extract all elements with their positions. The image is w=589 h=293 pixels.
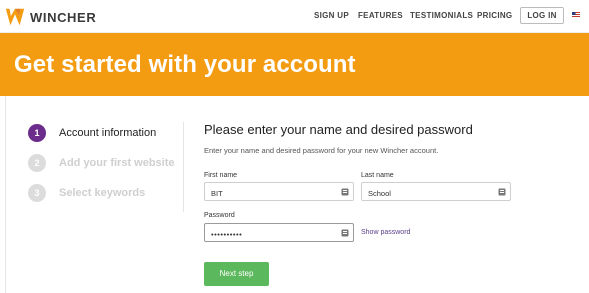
- first-name-input[interactable]: [205, 185, 353, 202]
- page-banner: Get started with your account: [0, 33, 589, 96]
- autofill-icon[interactable]: [341, 229, 349, 237]
- page-title: Get started with your account: [14, 51, 356, 78]
- nav-pricing[interactable]: PRICING: [477, 11, 512, 20]
- nav-testimonials[interactable]: TESTIMONIALS: [410, 11, 473, 20]
- form-title: Please enter your name and desired passw…: [204, 122, 473, 137]
- step-label: Account information: [59, 127, 157, 139]
- step-label: Select keywords: [59, 187, 146, 199]
- brand-logo[interactable]: WINCHER: [4, 5, 96, 29]
- step-add-website: 2 Add your first website: [28, 154, 175, 172]
- top-navigation: WINCHER SIGN UP FEATURES TESTIMONIALS PR…: [0, 0, 589, 33]
- first-name-label: First name: [204, 172, 238, 179]
- first-name-field[interactable]: [204, 182, 354, 202]
- step-account-information: 1 Account information: [28, 124, 156, 142]
- step-select-keywords: 3 Select keywords: [28, 184, 145, 202]
- autofill-icon[interactable]: [341, 188, 349, 196]
- password-label: Password: [204, 212, 235, 219]
- nav-features[interactable]: FEATURES: [358, 11, 403, 20]
- steps-divider: [183, 122, 184, 212]
- step-number: 2: [28, 154, 46, 172]
- password-field[interactable]: [204, 223, 354, 243]
- password-input[interactable]: [205, 226, 353, 243]
- step-number: 1: [28, 124, 46, 142]
- show-password-link[interactable]: Show password: [361, 229, 410, 236]
- autofill-icon[interactable]: [498, 188, 506, 196]
- step-number: 3: [28, 184, 46, 202]
- next-step-button[interactable]: Next step: [204, 262, 269, 286]
- step-label: Add your first website: [59, 157, 175, 169]
- last-name-label: Last name: [361, 172, 394, 179]
- us-flag-icon[interactable]: [572, 12, 580, 18]
- brand-name: WINCHER: [30, 9, 97, 25]
- last-name-field[interactable]: [361, 182, 511, 202]
- last-name-input[interactable]: [362, 185, 510, 202]
- wincher-logo-icon: [5, 8, 25, 26]
- login-button[interactable]: LOG IN: [520, 7, 564, 24]
- form-description: Enter your name and desired password for…: [204, 146, 439, 155]
- nav-sign-up[interactable]: SIGN UP: [314, 11, 349, 20]
